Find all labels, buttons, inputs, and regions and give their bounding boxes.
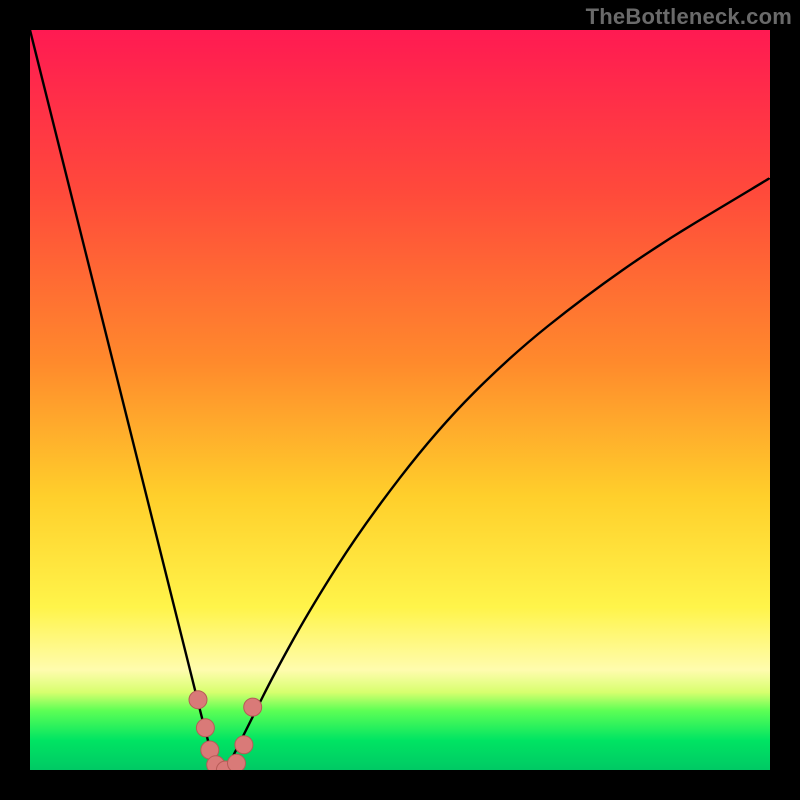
curve-marker [189,691,207,709]
curve-marker [244,698,262,716]
bottleneck-curve-svg [30,30,770,770]
marker-group [189,691,262,770]
curve-marker [235,736,253,754]
curve-marker [207,756,225,770]
curve-marker [201,741,219,759]
plot-area [30,30,770,770]
watermark-text: TheBottleneck.com [586,4,792,30]
chart-container: TheBottleneck.com [0,0,800,800]
curve-marker [196,719,214,737]
curve-marker [216,761,234,770]
curve-marker [228,754,246,770]
bottleneck-curve [30,30,770,768]
